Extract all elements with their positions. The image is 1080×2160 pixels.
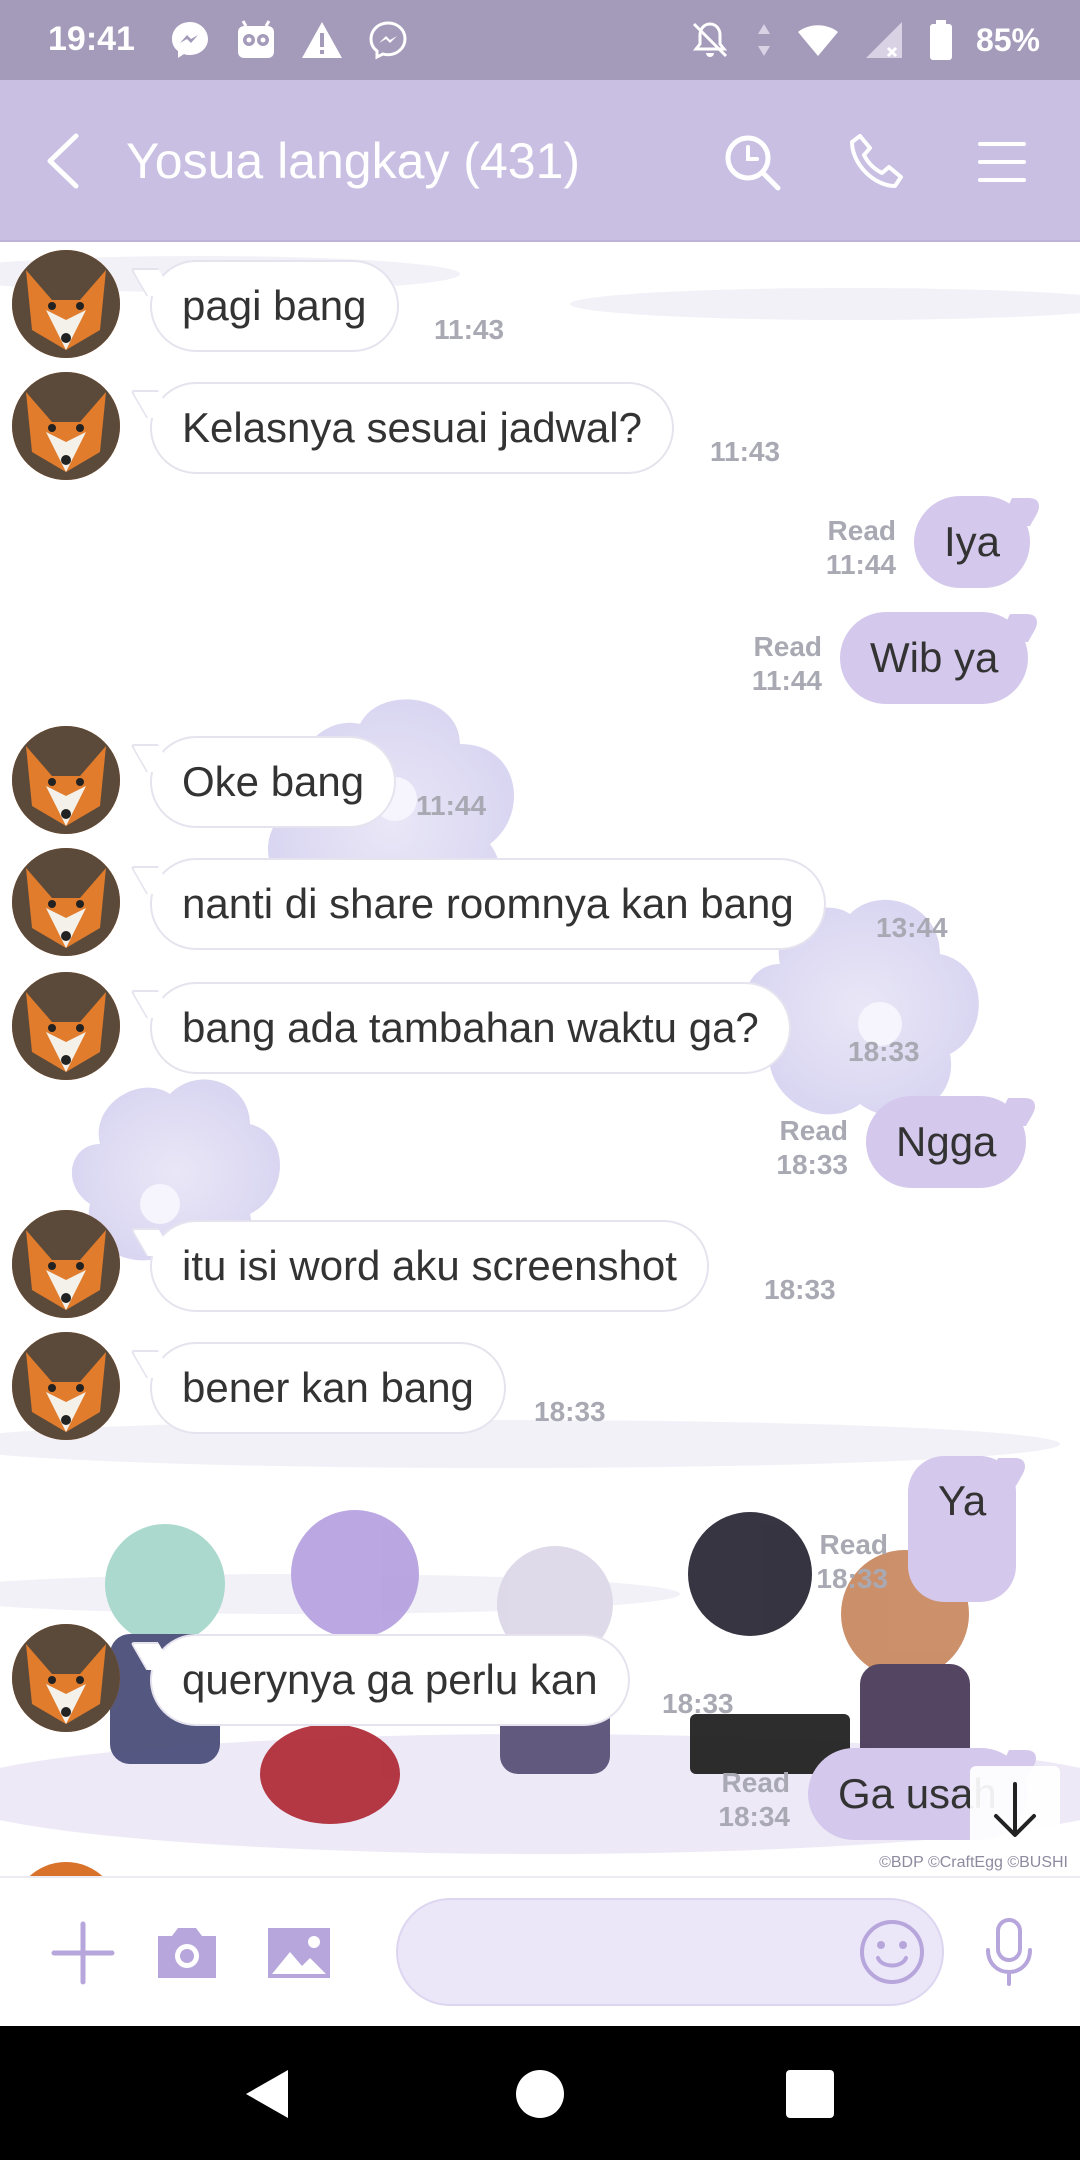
notification-icons — [168, 18, 410, 62]
battery-percent: 85% — [975, 21, 1040, 58]
read-receipt: Read — [827, 515, 896, 546]
phone-icon[interactable] — [844, 130, 908, 194]
owl-app-icon — [238, 20, 274, 58]
status-bar: 19:41 85% — [0, 0, 1080, 80]
nav-recents-icon[interactable] — [778, 2062, 842, 2126]
battery-icon — [929, 20, 952, 60]
message-meta: Read 18:33 — [748, 1528, 888, 1596]
message-meta: Read 18:33 — [708, 1114, 848, 1182]
contact-avatar[interactable] — [12, 1862, 120, 1876]
read-receipt: Read — [819, 1529, 888, 1560]
message-time: 11:44 — [416, 790, 487, 821]
message-time: 11:43 — [434, 314, 505, 345]
read-receipt: Read — [721, 1767, 790, 1798]
messenger-outline-icon — [369, 21, 407, 60]
message-meta: Read 18:34 — [650, 1766, 790, 1834]
message-time: 18:34 — [718, 1801, 790, 1832]
fox-avatar-icon — [12, 250, 120, 358]
message-time: 18:33 — [776, 1149, 848, 1180]
outgoing-message[interactable]: Iya — [914, 496, 1031, 588]
status-time: 19:41 — [48, 20, 135, 58]
contact-avatar[interactable] — [12, 972, 120, 1080]
fox-avatar-icon — [12, 1624, 120, 1732]
arrow-down-icon — [994, 1782, 1036, 1837]
messages: pagi bang 11:43 Kelasnya sesuai jadwal? … — [0, 244, 1080, 1876]
outgoing-message[interactable]: Ngga — [866, 1096, 1027, 1188]
nav-back-icon[interactable] — [236, 2062, 300, 2126]
message-time: 11:44 — [825, 549, 896, 580]
wallpaper-copyright: ©BDP ©CraftEgg ©BUSHI — [879, 1854, 1068, 1871]
contact-avatar[interactable] — [12, 1332, 120, 1440]
fox-avatar-icon — [12, 848, 120, 956]
messenger-icon — [172, 22, 208, 58]
message-input-bar — [0, 1876, 1080, 2026]
incoming-message[interactable]: bener kan bang — [150, 1342, 506, 1434]
message-time: 13:44 — [876, 912, 948, 943]
back-arrow-icon[interactable] — [34, 128, 94, 194]
wifi-icon — [797, 25, 838, 56]
incoming-message[interactable]: itu isi word aku screenshot — [150, 1220, 709, 1312]
chat-message-list[interactable]: pagi bang 11:43 Kelasnya sesuai jadwal? … — [0, 244, 1080, 1876]
fox-avatar-icon — [12, 972, 120, 1080]
search-icon[interactable] — [720, 130, 784, 194]
microphone-icon[interactable] — [974, 1916, 1044, 1988]
message-time: 18:33 — [848, 1036, 920, 1067]
contact-avatar[interactable] — [12, 726, 120, 834]
menu-icon[interactable] — [970, 130, 1034, 194]
fox-avatar-icon — [12, 726, 120, 834]
message-time: 18:33 — [662, 1688, 734, 1719]
message-time: 11:43 — [710, 436, 781, 467]
incoming-message[interactable]: querynya ga perlu kan — [150, 1634, 630, 1726]
contact-avatar[interactable] — [12, 372, 120, 480]
incoming-message[interactable]: pagi bang — [150, 260, 399, 352]
system-icons: 85% — [688, 18, 1040, 62]
signal-icon — [865, 22, 902, 58]
bell-off-icon — [692, 22, 728, 58]
message-time: 18:33 — [534, 1396, 606, 1427]
system-navigation-bar — [0, 2026, 1080, 2160]
incoming-message[interactable]: bang ada tambahan waktu ga? — [150, 982, 791, 1074]
nav-home-icon[interactable] — [508, 2062, 572, 2126]
contact-avatar[interactable] — [12, 250, 120, 358]
incoming-message[interactable]: Kelasnya sesuai jadwal? — [150, 382, 674, 474]
chat-header: Yosua langkay (431) — [0, 80, 1080, 242]
contact-avatar[interactable] — [12, 1624, 120, 1732]
read-receipt: Read — [753, 631, 822, 662]
fox-avatar-icon — [12, 372, 120, 480]
contact-avatar[interactable] — [12, 848, 120, 956]
camera-icon[interactable] — [152, 1918, 222, 1988]
read-receipt: Read — [779, 1115, 848, 1146]
fox-avatar-icon — [12, 1332, 120, 1440]
outgoing-message[interactable]: Ya — [908, 1456, 1017, 1602]
message-time: 18:33 — [816, 1563, 888, 1594]
emoji-icon[interactable] — [858, 1918, 926, 1986]
incoming-message[interactable]: nanti di share roomnya kan bang — [150, 858, 826, 950]
plus-icon[interactable] — [48, 1918, 118, 1988]
chat-title[interactable]: Yosua langkay (431) — [126, 132, 580, 190]
warning-icon — [302, 22, 342, 58]
fox-avatar-icon — [12, 1210, 120, 1318]
data-arrows-icon — [757, 24, 770, 56]
scroll-to-bottom-button[interactable] — [970, 1766, 1060, 1856]
contact-avatar[interactable] — [12, 1210, 120, 1318]
message-meta: Read 11:44 — [682, 630, 822, 698]
message-time: 18:33 — [764, 1274, 836, 1305]
gallery-icon[interactable] — [264, 1918, 334, 1988]
message-time: 11:44 — [751, 665, 822, 696]
message-meta: Read 11:44 — [756, 514, 896, 582]
outgoing-message[interactable]: Wib ya — [840, 612, 1029, 704]
incoming-message[interactable]: Oke bang — [150, 736, 397, 828]
